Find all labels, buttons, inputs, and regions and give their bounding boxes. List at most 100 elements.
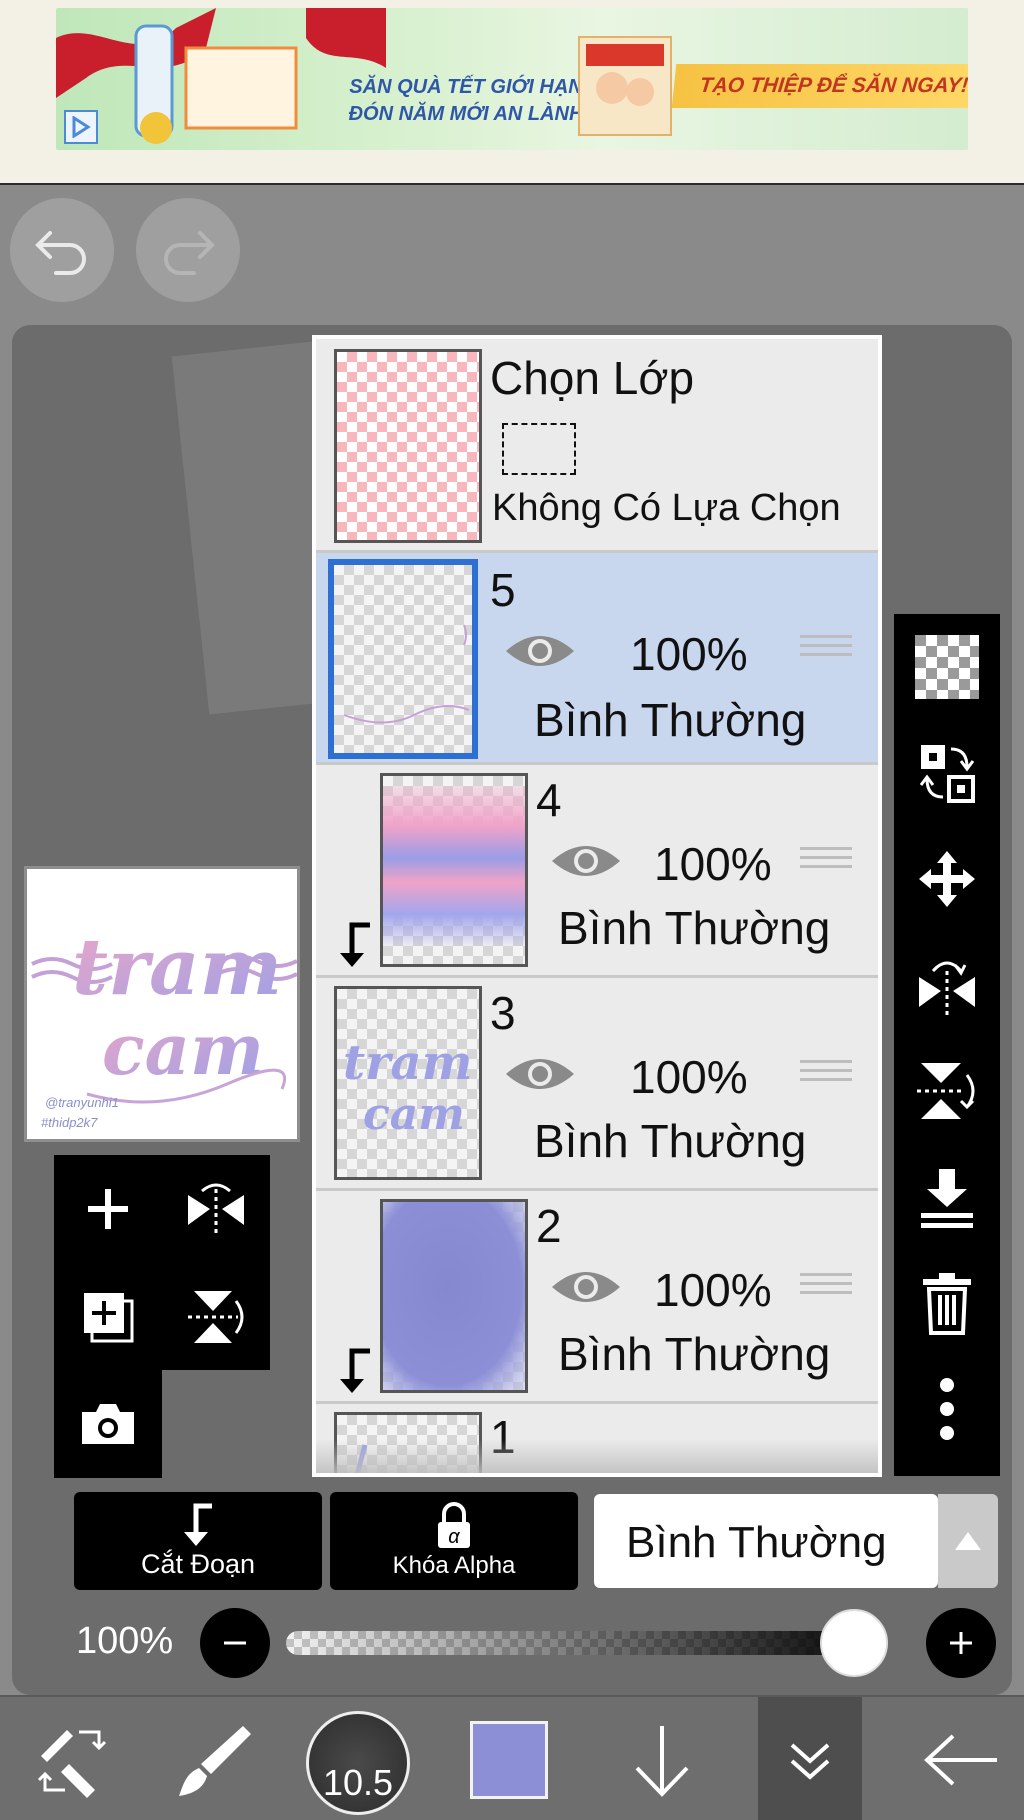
grip-icon[interactable] [800,1054,852,1092]
delete-layer-button[interactable] [894,1250,1000,1356]
minus-icon [224,1641,246,1645]
blend-mode-value: Bình Thường [626,1518,887,1567]
opacity-decrease-button[interactable] [200,1608,270,1678]
transform-icon [919,745,975,803]
checkerboard-button[interactable] [894,614,1000,720]
ad-headline: SĂN QUÀ TẾT GIỚI HẠN ĐÓN NĂM MỚI AN LÀNH [336,74,596,128]
flip-horizontal-button[interactable] [162,1155,270,1263]
layer-thumbnail: tram cam [334,986,482,1180]
left-toolbar [54,1155,270,1370]
ad-line2: ĐÓN NĂM MỚI AN LÀNH [348,103,584,125]
left-toolbar-lower [54,1370,162,1478]
brush-size-value: 10.5 [322,1762,394,1803]
duplicate-layer-button[interactable] [54,1263,162,1371]
layer-row[interactable]: 2 100% Bình Thường [316,1191,878,1404]
eye-icon[interactable] [504,1052,576,1096]
selection-marquee-icon [502,423,576,475]
opacity-increase-button[interactable] [926,1608,996,1678]
undo-icon [35,231,86,275]
ad-cta[interactable]: TẠO THIỆP ĐỂ SĂN NGAY! [671,64,968,108]
eye-icon[interactable] [550,1265,622,1309]
svg-text:α: α [448,1526,460,1548]
more-button[interactable] [894,1356,1000,1462]
alpha-lock-button[interactable]: α Khóa Alpha [330,1492,578,1590]
layer-number: 5 [490,564,516,616]
camera-button[interactable] [54,1370,162,1478]
clipping-button[interactable]: Cắt Đoạn [74,1492,322,1590]
plus-icon [950,1632,972,1654]
eye-icon[interactable] [550,839,622,883]
checkerboard-icon [915,635,979,699]
brush-button[interactable] [160,1697,270,1820]
redo-icon [164,231,215,275]
layer-thumbnail [380,1199,528,1393]
right-toolbar [894,614,1000,1476]
layers-toggle-button[interactable] [758,1697,862,1820]
selection-thumbnail [334,349,482,543]
brush-icon [179,1725,251,1796]
grip-icon[interactable] [800,841,852,879]
merge-down-button[interactable] [894,1144,1000,1250]
layer-number: 2 [536,1200,562,1252]
eye-icon[interactable] [504,629,576,673]
layer-number: 4 [536,774,562,826]
arrow-down-icon [635,1725,689,1797]
back-button[interactable] [906,1697,1016,1820]
merge-down-icon [921,1169,973,1228]
layer-row[interactable]: 4 100% Bình Thường [316,765,878,978]
undo-button[interactable] [10,198,114,302]
flip-horizontal-icon [919,961,975,1015]
blend-mode-select[interactable]: Bình Thường [594,1494,938,1588]
move-button[interactable] [894,826,1000,932]
signature2: #thidp2k7 [41,1115,98,1130]
opacity-slider[interactable] [286,1631,884,1655]
brush-size-indicator[interactable]: 10.5 [306,1711,410,1815]
canvas-thumbnail: tram cam @tranyunhi1 #thidp2k7 [24,866,300,1142]
layer-thumbnail [380,773,528,967]
clip-arrow-icon [340,1348,370,1393]
ad-line1: SĂN QUÀ TẾT GIỚI HẠN [349,76,583,98]
brush-eraser-swap-icon [37,1729,107,1798]
transform-button[interactable] [894,720,1000,826]
add-layer-button[interactable] [54,1155,162,1263]
artwork-preview: tram cam @tranyunhi1 #thidp2k7 [31,922,297,1130]
add-layer-icon [88,1189,128,1229]
flip-vertical-icon [917,1063,975,1119]
layer-row[interactable]: tram cam 3 100% Bình Thường [316,978,878,1191]
selection-layer-row[interactable]: Chọn Lớp Không Có Lựa Chọn [316,339,878,553]
ad-choices-icon[interactable] [64,110,98,144]
layer-mode: Bình Thường [534,694,807,746]
alpha-lock-label: Khóa Alpha [392,1552,516,1579]
signature1: @tranyunhi1 [45,1095,119,1110]
double-chevron-down-icon [790,1743,830,1780]
opacity-label: 100% [76,1620,174,1662]
layer-row[interactable]: 5 100% Bình Thường [316,553,878,765]
more-icon [940,1378,954,1440]
flip-vertical-right-button[interactable] [894,1038,1000,1144]
layer-mode: Bình Thường [558,1328,831,1380]
ad-card-image [578,36,672,136]
duplicate-layer-icon [84,1293,134,1343]
flip-horizontal-right-button[interactable] [894,932,1000,1038]
grip-icon[interactable] [800,1267,852,1305]
delete-icon [923,1273,971,1335]
blend-mode-toggle[interactable] [938,1494,998,1588]
opacity-slider-knob[interactable] [820,1609,888,1677]
clip-arrow-icon [340,922,370,967]
bottom-toolbar: 10.5 [0,1695,1024,1820]
selection-status: Không Có Lựa Chọn [492,487,841,529]
layer-opacity: 100% [654,838,772,890]
layer-opacity: 100% [630,628,748,680]
selection-title: Chọn Lớp [490,352,695,404]
layer-mode: Bình Thường [558,902,831,954]
color-swatch[interactable] [470,1721,548,1799]
flip-horizontal-icon [188,1183,244,1233]
brush-eraser-swap-button[interactable] [18,1697,128,1820]
ad-banner[interactable]: SĂN QUÀ TẾT GIỚI HẠN ĐÓN NĂM MỚI AN LÀNH… [56,8,968,150]
svg-text:tram: tram [343,1035,472,1091]
redo-button[interactable] [136,198,240,302]
move-layer-down-button[interactable] [612,1697,712,1820]
flip-vertical-button[interactable] [162,1263,270,1371]
grip-icon[interactable] [800,629,852,667]
camera-icon [82,1404,134,1444]
